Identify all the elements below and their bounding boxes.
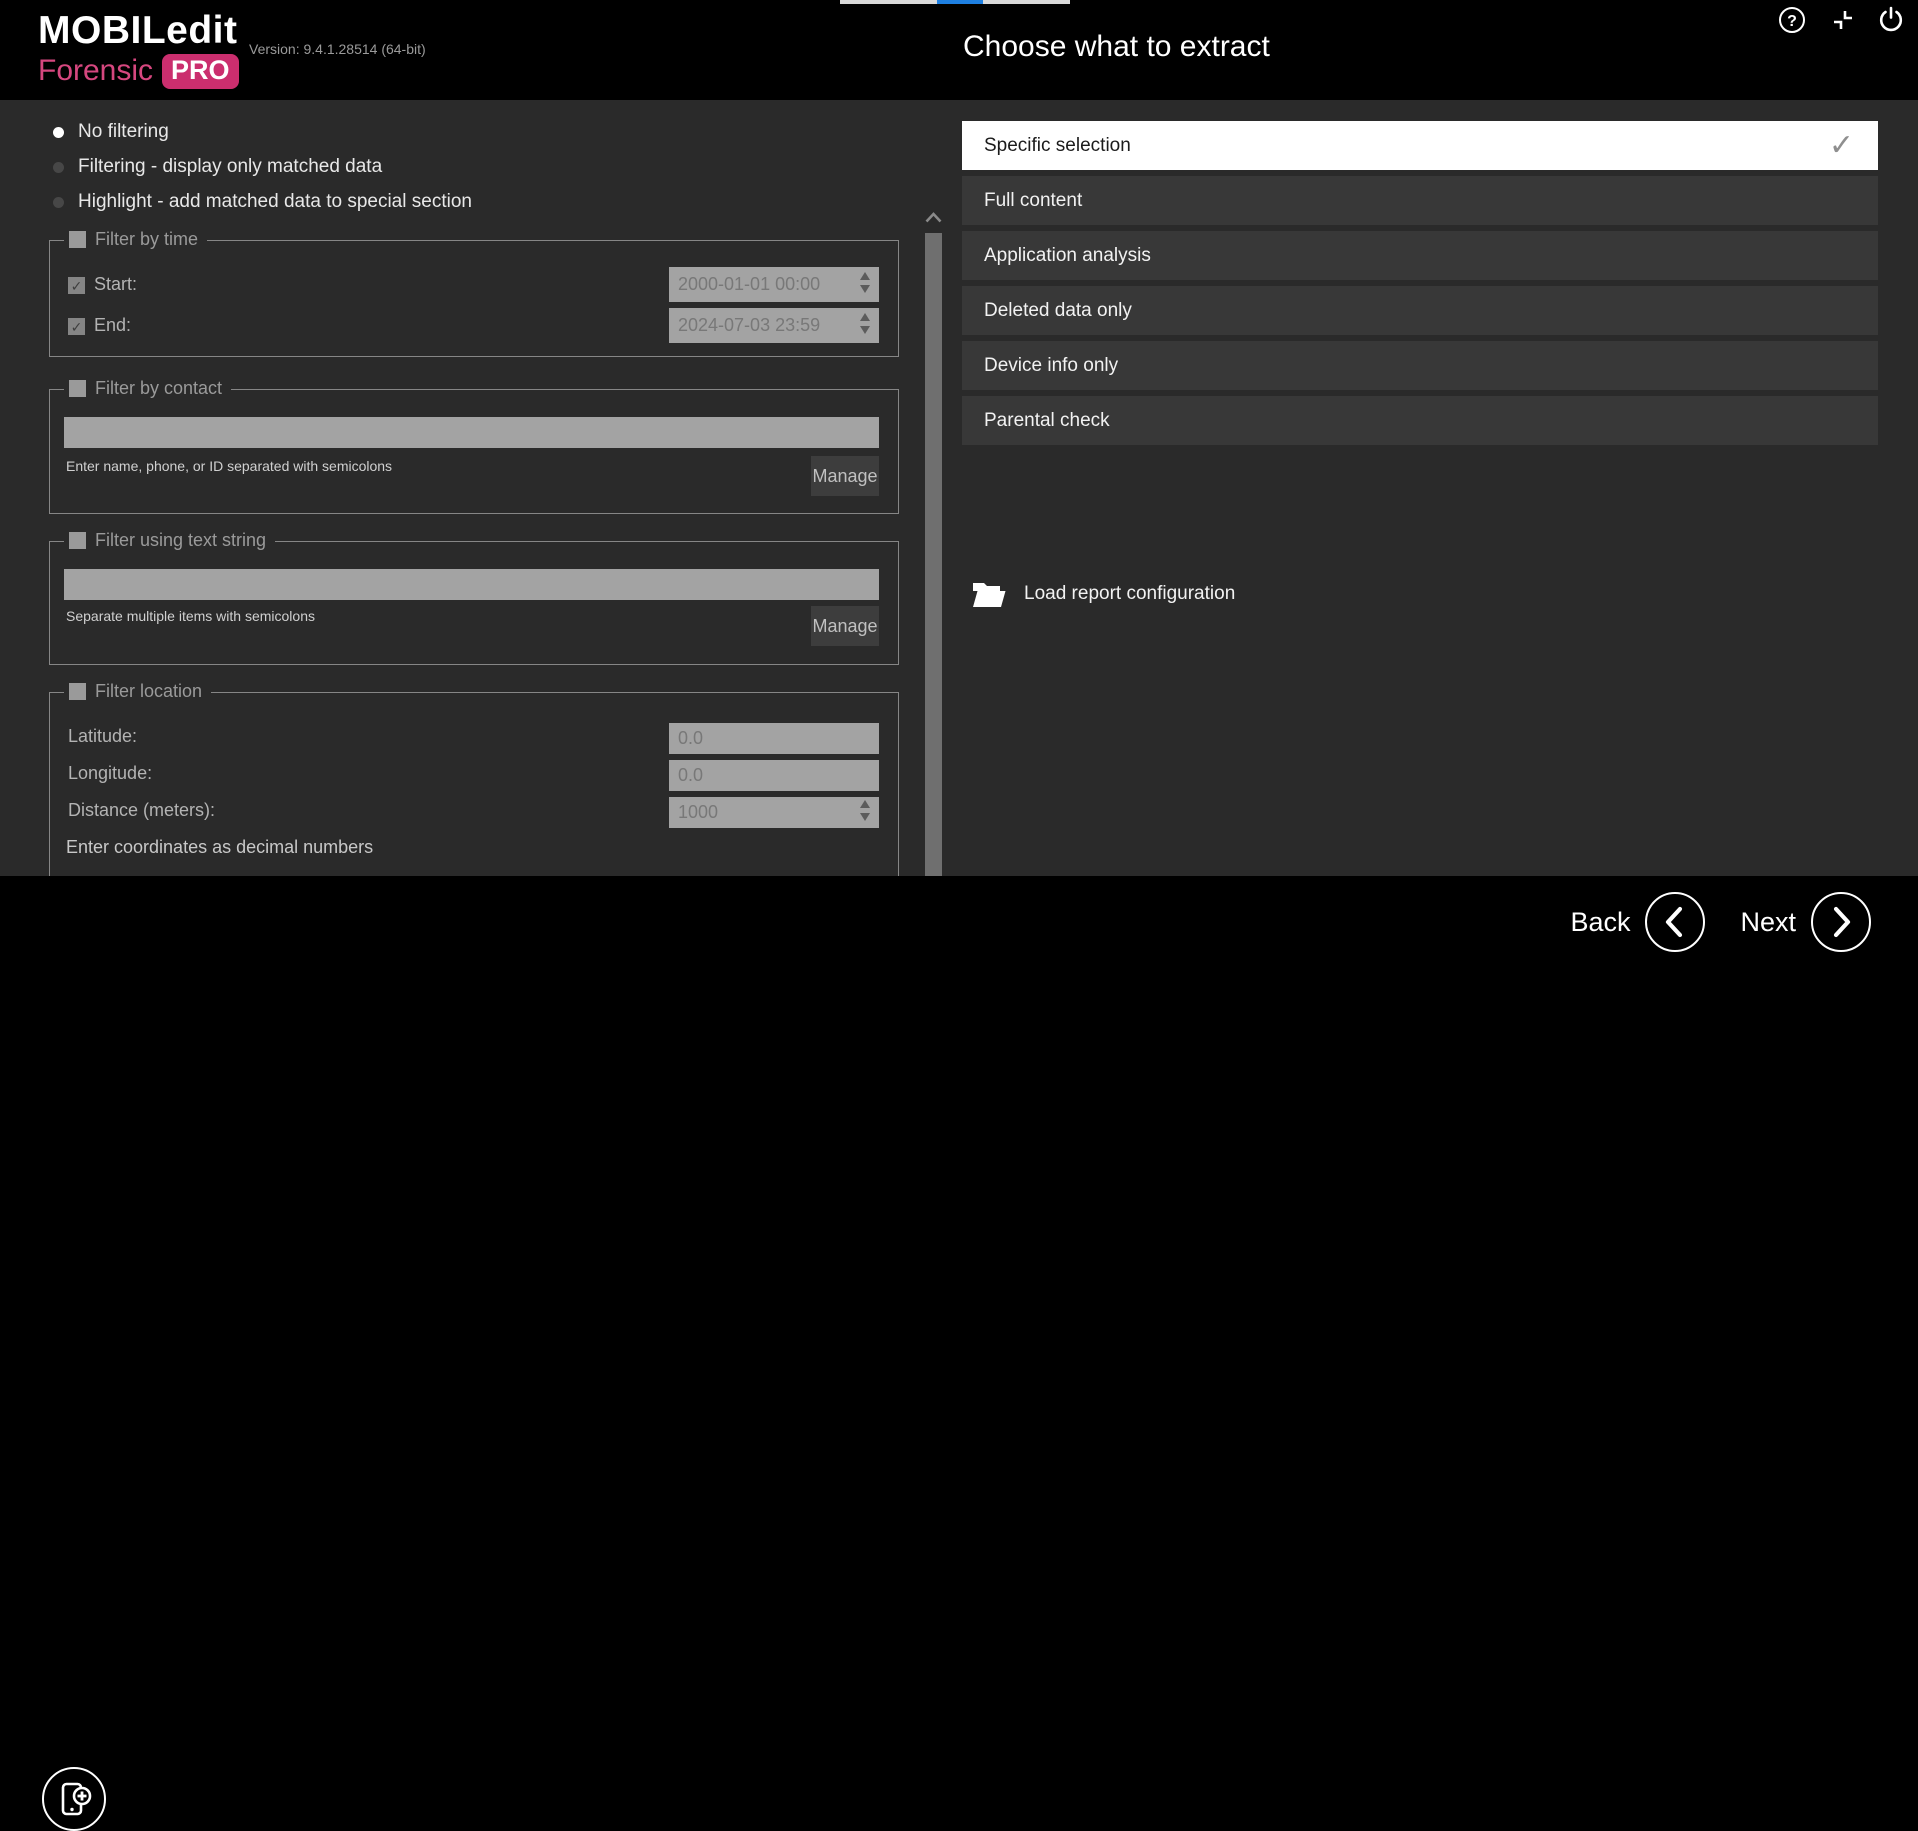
end-datetime-input[interactable]	[669, 308, 879, 343]
option-specific-selection[interactable]: Specific selection ✓	[962, 121, 1878, 170]
version-text: Version: 9.4.1.28514 (64-bit)	[249, 41, 426, 57]
spinner-down-icon[interactable]	[860, 285, 870, 293]
radio-label: No filtering	[78, 121, 169, 143]
option-label: Application analysis	[984, 245, 1151, 267]
option-label: Deleted data only	[984, 300, 1132, 322]
footer-bar: Back Next	[0, 876, 1918, 968]
contact-manage-button[interactable]: Manage	[811, 456, 879, 496]
group-label: Filter using text string	[95, 530, 266, 551]
back-button[interactable]	[1644, 891, 1706, 953]
power-icon[interactable]	[1876, 5, 1906, 35]
group-label: Filter location	[95, 681, 202, 702]
end-label: End:	[94, 315, 131, 336]
back-label: Back	[1570, 907, 1630, 938]
option-label: Full content	[984, 190, 1082, 212]
filter-location-checkbox[interactable]	[69, 683, 86, 700]
contact-filter-input[interactable]	[64, 417, 879, 448]
radio-filtering-matched[interactable]: Filtering - display only matched data	[53, 150, 382, 184]
text-string-filter-input[interactable]	[64, 569, 879, 600]
spinner-up-icon[interactable]	[860, 800, 870, 808]
check-icon: ✓	[1829, 131, 1854, 161]
filter-text-string-group: Filter using text string Separate multip…	[49, 541, 899, 665]
filter-text-string-checkbox[interactable]	[69, 532, 86, 549]
radio-label: Filtering - display only matched data	[78, 156, 382, 178]
option-label: Specific selection	[984, 135, 1131, 157]
next-label: Next	[1740, 907, 1796, 938]
spinner-up-icon[interactable]	[860, 313, 870, 321]
help-icon[interactable]: ?	[1777, 5, 1807, 35]
radio-highlight-matched[interactable]: Highlight - add matched data to special …	[53, 185, 472, 219]
load-config-label: Load report configuration	[1024, 583, 1235, 605]
end-spinner[interactable]	[858, 313, 872, 334]
option-device-info-only[interactable]: Device info only	[962, 341, 1878, 390]
header-bar: MOBILedit Forensic PRO Version: 9.4.1.28…	[0, 0, 1918, 100]
add-device-button[interactable]	[42, 1767, 106, 1831]
location-hint: Enter coordinates as decimal numbers	[66, 837, 373, 858]
option-deleted-data-only[interactable]: Deleted data only	[962, 286, 1878, 335]
distance-spinner[interactable]	[858, 800, 872, 821]
group-label: Filter by contact	[95, 378, 222, 399]
filter-by-contact-group: Filter by contact Enter name, phone, or …	[49, 389, 899, 514]
radio-label: Highlight - add matched data to special …	[78, 191, 472, 213]
chevron-left-icon	[1668, 909, 1680, 935]
longitude-label: Longitude:	[68, 763, 152, 784]
help-question-glyph: ?	[1787, 13, 1797, 30]
filter-by-time-group: Filter by time ✓ Start: ✓ End:	[49, 240, 899, 357]
logo-pro-badge: PRO	[162, 54, 239, 89]
scrollbar-thumb[interactable]	[925, 233, 942, 876]
text-string-hint: Separate multiple items with semicolons	[66, 608, 315, 624]
option-application-analysis[interactable]: Application analysis	[962, 231, 1878, 280]
phone-plus-icon	[54, 1779, 94, 1819]
text-string-manage-button[interactable]: Manage	[811, 606, 879, 646]
option-parental-check[interactable]: Parental check	[962, 396, 1878, 445]
radio-dot-icon	[53, 127, 64, 138]
start-checkbox[interactable]: ✓	[68, 277, 85, 294]
filter-location-group: Filter location Latitude: Longitude: Dis…	[49, 692, 899, 876]
option-label: Parental check	[984, 410, 1110, 432]
main-panel: No filtering Filtering - display only ma…	[0, 100, 1918, 876]
filter-by-contact-checkbox[interactable]	[69, 380, 86, 397]
logo-name: MOBILedit	[38, 10, 239, 53]
filter-by-time-checkbox[interactable]	[69, 231, 86, 248]
app-logo: MOBILedit Forensic PRO	[38, 10, 239, 89]
load-report-configuration-button[interactable]: Load report configuration	[962, 576, 1235, 612]
contact-hint: Enter name, phone, or ID separated with …	[66, 458, 392, 474]
logo-product: Forensic	[38, 54, 153, 88]
spinner-down-icon[interactable]	[860, 326, 870, 334]
group-label: Filter by time	[95, 229, 198, 250]
chevron-right-icon	[1836, 909, 1848, 935]
wizard-progress-fill	[937, 0, 983, 4]
scroll-up-icon[interactable]	[924, 210, 943, 224]
spinner-down-icon[interactable]	[860, 813, 870, 821]
spinner-up-icon[interactable]	[860, 272, 870, 280]
start-datetime-input[interactable]	[669, 267, 879, 302]
restore-window-icon[interactable]	[1828, 5, 1858, 35]
option-full-content[interactable]: Full content	[962, 176, 1878, 225]
latitude-label: Latitude:	[68, 726, 137, 747]
wizard-progress-bar	[840, 0, 1070, 4]
radio-dot-icon	[53, 197, 64, 208]
distance-input[interactable]	[669, 797, 879, 828]
next-button[interactable]	[1810, 891, 1872, 953]
radio-dot-icon	[53, 162, 64, 173]
start-spinner[interactable]	[858, 272, 872, 293]
latitude-input[interactable]	[669, 723, 879, 754]
distance-label: Distance (meters):	[68, 800, 215, 821]
open-folder-icon	[972, 580, 1006, 608]
longitude-input[interactable]	[669, 760, 879, 791]
page-title: Choose what to extract	[963, 30, 1270, 64]
filters-scrollbar[interactable]	[924, 208, 943, 876]
option-label: Device info only	[984, 355, 1118, 377]
end-checkbox[interactable]: ✓	[68, 318, 85, 335]
start-label: Start:	[94, 274, 137, 295]
radio-no-filtering[interactable]: No filtering	[53, 115, 169, 149]
